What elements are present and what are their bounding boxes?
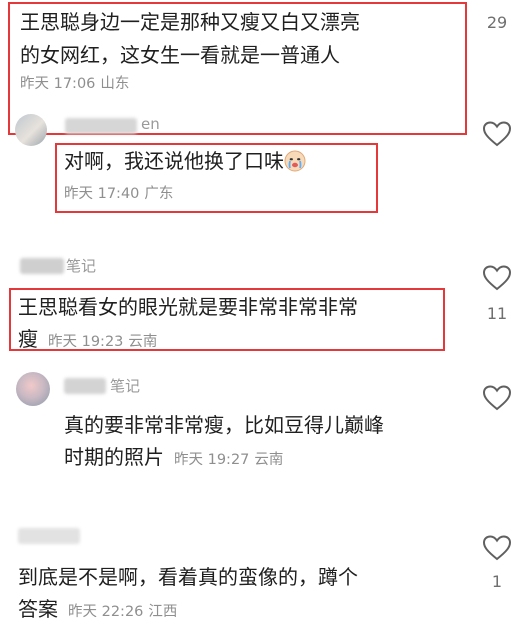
like-heart-icon[interactable]: [482, 534, 512, 562]
comment-5-meta: 昨天 22:26 江西: [68, 604, 177, 620]
avatar[interactable]: [16, 372, 50, 406]
comment-3-time: 昨天 19:23: [48, 334, 124, 350]
comment-1-text-line2: 的女网红，这女生一看就是一普通人: [20, 43, 340, 67]
comment-3-meta: 昨天 19:23 云南: [48, 334, 157, 350]
comment-5-like-count: 1: [491, 572, 503, 591]
comment-5-location: 江西: [148, 604, 178, 620]
comment-2-time: 昨天 17:40: [64, 186, 140, 202]
comment-4-meta: 昨天 19:27 云南: [174, 452, 283, 468]
comment-1-meta: 昨天 17:06 山东: [20, 72, 129, 93]
username-blurred[interactable]: [18, 528, 80, 544]
comment-4-text-line1: 真的要非常非常瘦，比如豆得儿巅峰: [64, 413, 384, 437]
comment-5-time: 昨天 22:26: [68, 604, 144, 620]
comment-5-text-line1: 到底是不是啊，看着真的蛮像的，蹲个: [18, 565, 358, 589]
username-blurred[interactable]: [20, 258, 64, 274]
comment-3-like-count: 11: [486, 304, 508, 323]
comment-2-text: 对啊，我还说他换了口味: [64, 146, 306, 176]
username-blurred[interactable]: [64, 378, 106, 394]
avatar[interactable]: [15, 114, 47, 146]
comment-2-location: 广东: [144, 186, 174, 202]
comment-3-text-line2-text: 瘦: [18, 327, 38, 351]
comment-3-text-line2: 瘦昨天 19:23 云南: [18, 324, 157, 357]
comment-4-text-line2-text: 时期的照片: [64, 445, 164, 469]
comment-3-text-line1: 王思聪看女的眼光就是要非常非常非常: [18, 295, 358, 319]
comment-1-like-count: 29: [486, 13, 508, 32]
comment-2-username[interactable]: en: [141, 115, 160, 133]
like-heart-icon[interactable]: [482, 384, 512, 412]
comment-1-time: 昨天 17:06: [20, 76, 96, 92]
comment-5-text-line2: 答案 昨天 22:26 江西: [18, 594, 177, 627]
comment-1-text-line1: 王思聪身边一定是那种又瘦又白又漂亮: [20, 10, 360, 34]
like-heart-icon[interactable]: [482, 120, 512, 148]
like-heart-icon[interactable]: [482, 264, 512, 292]
comment-2-meta: 昨天 17:40 广东: [64, 182, 173, 203]
comment-4-username[interactable]: 笔记: [110, 375, 140, 396]
comment-2-text-content: 对啊，我还说他换了口味: [64, 149, 284, 173]
comment-4-time: 昨天 19:27: [174, 452, 250, 468]
comment-3-location: 云南: [128, 334, 158, 350]
comment-5-text-line2-text: 答案: [18, 597, 58, 621]
comment-4-location: 云南: [254, 452, 284, 468]
comment-1-location: 山东: [100, 76, 130, 92]
comment-3-username[interactable]: 笔记: [66, 255, 96, 276]
crying-baby-emoji-icon: [284, 150, 306, 172]
comment-4-text-line2: 时期的照片 昨天 19:27 云南: [64, 442, 283, 475]
username-blurred[interactable]: [65, 118, 137, 134]
